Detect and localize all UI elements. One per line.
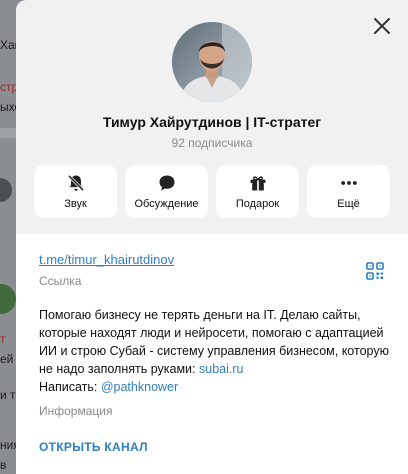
mute-bell-icon — [67, 175, 84, 191]
username-link[interactable]: @pathknower — [101, 380, 178, 394]
gift-label: Подарок — [235, 198, 280, 210]
action-bar: Звук Обсуждение Подарок Ещё — [34, 165, 390, 218]
more-dots-icon — [340, 181, 357, 185]
channel-link[interactable]: t.me/timur_khairutdinov — [39, 252, 174, 267]
info-section: t.me/timur_khairutdinov Ссылка Помогаю б… — [16, 234, 408, 474]
qr-code-icon[interactable] — [366, 262, 384, 280]
chat-bubble-icon — [159, 175, 174, 191]
mute-button[interactable]: Звук — [34, 165, 117, 218]
mute-label: Звук — [64, 198, 87, 210]
subscriber-count: 92 подписчика — [171, 136, 253, 150]
more-button[interactable]: Ещё — [307, 165, 390, 218]
avatar[interactable] — [172, 22, 252, 102]
gift-icon — [250, 176, 265, 191]
bio-write-prefix: Написать: — [39, 380, 101, 394]
open-channel-button[interactable]: ОТКРЫТЬ КАНАЛ — [39, 440, 148, 454]
discussion-button[interactable]: Обсуждение — [125, 165, 208, 218]
more-label: Ещё — [337, 198, 360, 210]
background-text: т — [0, 332, 6, 346]
channel-name: Тимур Хайрутдинов | IT-стратег — [102, 114, 322, 130]
background-text: ей — [0, 352, 14, 366]
gift-button[interactable]: Подарок — [216, 165, 299, 218]
website-link[interactable]: subai.ru — [199, 362, 243, 376]
channel-description: Помогаю бизнесу не терять деньги на IT. … — [39, 306, 394, 396]
close-icon[interactable] — [370, 14, 394, 38]
link-caption: Ссылка — [39, 274, 82, 288]
channel-info-dialog: Тимур Хайрутдинов | IT-стратег 92 подпис… — [16, 0, 408, 474]
background-text: в — [0, 458, 7, 472]
discussion-label: Обсуждение — [134, 198, 199, 210]
description-caption: Информация — [39, 404, 113, 418]
